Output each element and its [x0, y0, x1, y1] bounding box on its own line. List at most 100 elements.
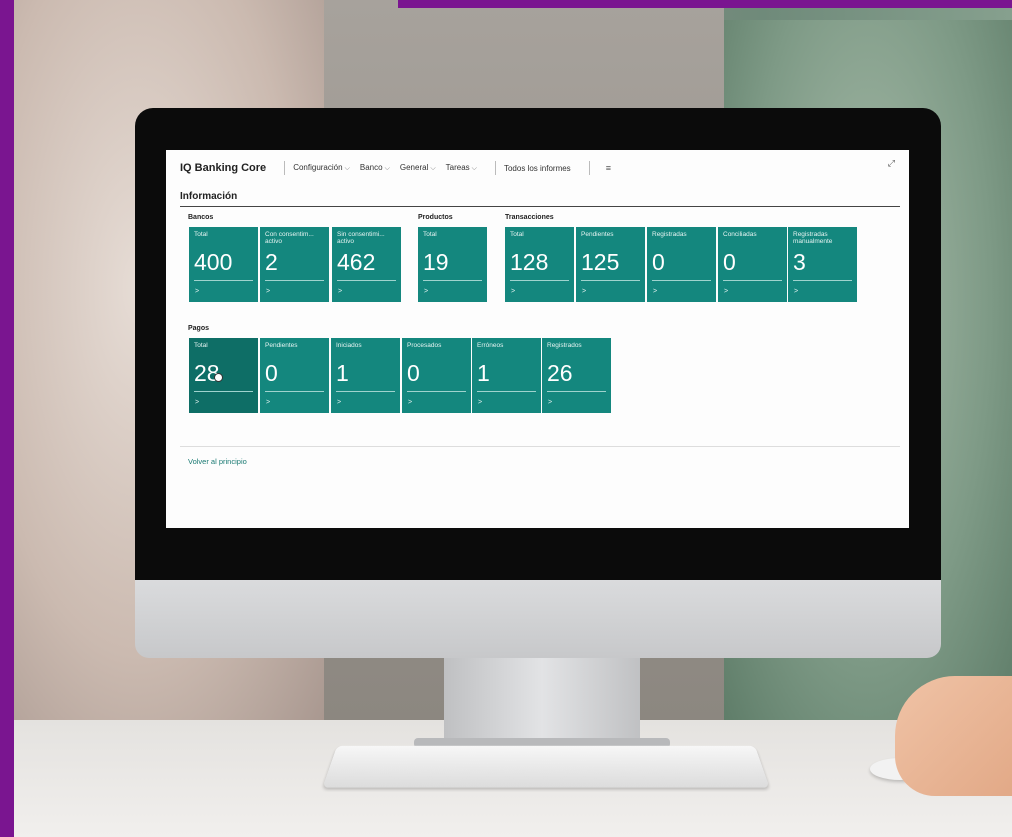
tile-label: Pendientes [581, 231, 614, 238]
tile-transacciones-registradas-manualmente[interactable]: Registradas manualmente 3 > [788, 227, 857, 302]
tile-pagos-erroneos[interactable]: Erróneos 1 > [472, 338, 541, 413]
nav-separator [494, 161, 496, 175]
tile-divider [547, 391, 606, 392]
tile-label: Total [423, 231, 437, 238]
nav-general-label: General [399, 163, 429, 172]
tile-divider [265, 280, 324, 281]
tile-value: 462 [337, 249, 376, 275]
nav-separator [588, 161, 590, 175]
tile-label: Iniciados [336, 342, 362, 349]
nav-configuracion[interactable]: Configuración ⌵ [293, 163, 350, 173]
app-title[interactable]: IQ Banking Core [180, 162, 266, 174]
tile-divider [581, 280, 640, 281]
tile-label: Erróneos [477, 342, 504, 349]
tile-label: Pendientes [265, 342, 298, 349]
tile-transacciones-registradas[interactable]: Registradas 0 > [647, 227, 716, 302]
tile-label: Registrados [547, 342, 582, 349]
chevron-down-icon: ⌵ [384, 165, 390, 172]
tile-pagos-iniciados[interactable]: Iniciados 1 > [331, 338, 400, 413]
keyboard [322, 745, 770, 788]
tile-productos-total[interactable]: Total 19 > [418, 227, 487, 302]
chevron-right-icon: > [195, 399, 200, 406]
nav-tareas[interactable]: Tareas ⌵ [446, 163, 477, 173]
tile-divider [477, 391, 536, 392]
tile-divider [793, 280, 852, 281]
tile-divider [336, 391, 395, 392]
chevron-right-icon: > [794, 288, 799, 295]
tile-label: Sin consentimi... activo [337, 231, 385, 245]
tile-label: Con consentim... activo [265, 231, 314, 245]
tile-divider [194, 280, 253, 281]
chevron-right-icon: > [195, 288, 200, 295]
chevron-right-icon: > [338, 288, 343, 295]
monitor-stand [444, 658, 640, 742]
nav-separator [284, 161, 286, 175]
tile-value: 1 [336, 360, 349, 386]
tile-divider [510, 280, 569, 281]
chevron-down-icon: ⌵ [344, 165, 350, 172]
nav-todos-los-informes[interactable]: Todos los informes [504, 164, 571, 173]
tile-label: Conciliadas [723, 231, 757, 238]
tile-value: 0 [407, 360, 420, 386]
tile-transacciones-pendientes[interactable]: Pendientes 125 > [576, 227, 645, 302]
tile-pagos-total[interactable]: Total 28 > [189, 338, 258, 413]
chevron-right-icon: > [408, 399, 413, 406]
page-title: Información [180, 191, 238, 202]
chevron-right-icon: > [724, 288, 729, 295]
expand-icon[interactable]: ⤢ [888, 158, 895, 169]
title-underline [180, 206, 900, 207]
tile-divider [265, 391, 324, 392]
tile-value: 26 [547, 360, 573, 386]
tile-bancos-con-consentimiento[interactable]: Con consentim... activo 2 > [260, 227, 329, 302]
tile-value: 400 [194, 249, 233, 275]
monitor-chin [135, 580, 941, 658]
chevron-right-icon: > [424, 288, 429, 295]
tile-pagos-registrados[interactable]: Registrados 26 > [542, 338, 611, 413]
tile-label: Total [510, 231, 524, 238]
top-nav: IQ Banking Core Configuración ⌵ Banco ⌵ Ge… [180, 159, 611, 177]
tile-label: Registradas [652, 231, 687, 238]
tile-label: Procesados [407, 342, 442, 349]
chevron-right-icon: > [266, 399, 271, 406]
tile-value: 125 [581, 249, 620, 275]
nav-general[interactable]: General ⌵ [400, 163, 436, 173]
nav-banco[interactable]: Banco ⌵ [360, 163, 390, 173]
chevron-right-icon: > [478, 399, 483, 406]
chevron-right-icon: > [653, 288, 658, 295]
tile-pagos-pendientes[interactable]: Pendientes 0 > [260, 338, 329, 413]
tile-label: Registradas manualmente [793, 231, 833, 245]
tile-value: 2 [265, 249, 278, 275]
nav-configuracion-label: Configuración [293, 163, 343, 172]
tile-divider [652, 280, 711, 281]
chevron-down-icon: ⌵ [471, 165, 477, 172]
tile-divider [407, 391, 466, 392]
tile-label: Total [194, 231, 208, 238]
chevron-right-icon: > [548, 399, 553, 406]
tile-transacciones-conciliadas[interactable]: Conciliadas 0 > [718, 227, 787, 302]
chevron-right-icon: > [582, 288, 587, 295]
tile-bancos-total[interactable]: Total 400 > [189, 227, 258, 302]
tile-pagos-procesados[interactable]: Procesados 0 > [402, 338, 471, 413]
hand [895, 676, 1012, 796]
frame-band [398, 0, 1012, 8]
group-label-productos: Productos [418, 214, 453, 221]
tile-value: 0 [265, 360, 278, 386]
group-label-transacciones: Transacciones [505, 214, 554, 221]
chevron-right-icon: > [266, 288, 271, 295]
tile-bancos-sin-consentimiento[interactable]: Sin consentimi... activo 462 > [332, 227, 401, 302]
tile-divider [423, 280, 482, 281]
back-to-top-link[interactable]: Volver al principio [188, 457, 247, 466]
tile-transacciones-total[interactable]: Total 128 > [505, 227, 574, 302]
menu-icon[interactable]: ≡ [606, 163, 611, 173]
group-label-bancos: Bancos [188, 214, 214, 221]
chevron-down-icon: ⌵ [430, 165, 436, 172]
tile-value: 3 [793, 249, 806, 275]
tile-value: 19 [423, 249, 449, 275]
tile-divider [337, 280, 396, 281]
group-label-pagos: Pagos [188, 325, 210, 332]
tile-divider [194, 391, 253, 392]
tile-value: 1 [477, 360, 490, 386]
chevron-right-icon: > [511, 288, 516, 295]
nav-banco-label: Banco [359, 163, 383, 172]
tile-value: 128 [510, 249, 549, 275]
